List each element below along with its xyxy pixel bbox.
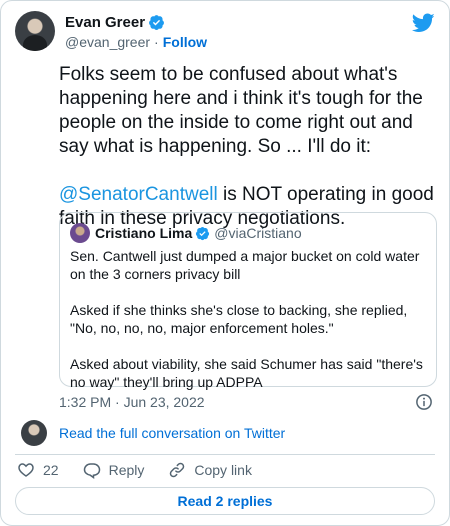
link-icon bbox=[170, 462, 185, 478]
author-display-name[interactable]: Evan Greer bbox=[65, 14, 145, 31]
quoted-tweet-text: Sen. Cantwell just dumped a major bucket… bbox=[70, 248, 423, 390]
copy-link-label: Copy link bbox=[194, 462, 252, 478]
read-replies-button[interactable]: Read 2 replies bbox=[15, 487, 435, 515]
divider bbox=[15, 454, 435, 455]
tweet-text-intro: Folks seem to be confused about what's h… bbox=[59, 64, 423, 157]
like-count: 22 bbox=[43, 462, 59, 478]
author-name-row: Evan Greer bbox=[65, 14, 165, 31]
quoted-tweet[interactable]: Cristiano Lima @viaCristiano Sen. Cantwe… bbox=[59, 212, 437, 390]
quoted-author-avatar bbox=[70, 223, 90, 243]
conversation-row[interactable]: Read the full conversation on Twitter bbox=[21, 417, 431, 449]
conversation-avatar bbox=[21, 420, 47, 446]
author-handle[interactable]: @evan_greer bbox=[65, 34, 150, 50]
separator-dot: · bbox=[154, 34, 159, 50]
reply-action[interactable]: Reply bbox=[83, 461, 145, 479]
twitter-bird-icon[interactable] bbox=[412, 13, 435, 33]
embedded-tweet-card: Evan Greer @evan_greer · Follow Folks se… bbox=[0, 0, 450, 526]
mention-link[interactable]: @SenatorCantwell bbox=[59, 184, 218, 205]
info-icon[interactable] bbox=[415, 393, 433, 411]
quoted-verified-badge-icon bbox=[196, 226, 210, 240]
author-avatar[interactable] bbox=[15, 11, 55, 51]
quoted-author-name: Cristiano Lima bbox=[95, 225, 193, 241]
follow-button[interactable]: Follow bbox=[163, 34, 207, 50]
quoted-tweet-header: Cristiano Lima @viaCristiano bbox=[70, 223, 302, 243]
like-action[interactable]: 22 bbox=[17, 461, 59, 479]
copy-link-action[interactable]: Copy link bbox=[168, 461, 252, 479]
quoted-author-handle: @viaCristiano bbox=[214, 225, 302, 241]
tweet-actions: 22 Reply Copy link bbox=[17, 459, 276, 481]
tweet-timestamp[interactable]: 1:32 PM · Jun 23, 2022 bbox=[59, 394, 205, 410]
verified-badge-icon bbox=[149, 15, 164, 31]
tweet-body: Folks seem to be confused about what's h… bbox=[59, 63, 439, 231]
author-handle-row: @evan_greer · Follow bbox=[65, 34, 207, 50]
tweet-header: Evan Greer @evan_greer · Follow bbox=[15, 11, 435, 55]
reply-label: Reply bbox=[108, 462, 145, 478]
heart-icon bbox=[18, 463, 34, 477]
reply-bubble-icon bbox=[83, 463, 100, 479]
read-conversation-link[interactable]: Read the full conversation on Twitter bbox=[59, 425, 285, 441]
